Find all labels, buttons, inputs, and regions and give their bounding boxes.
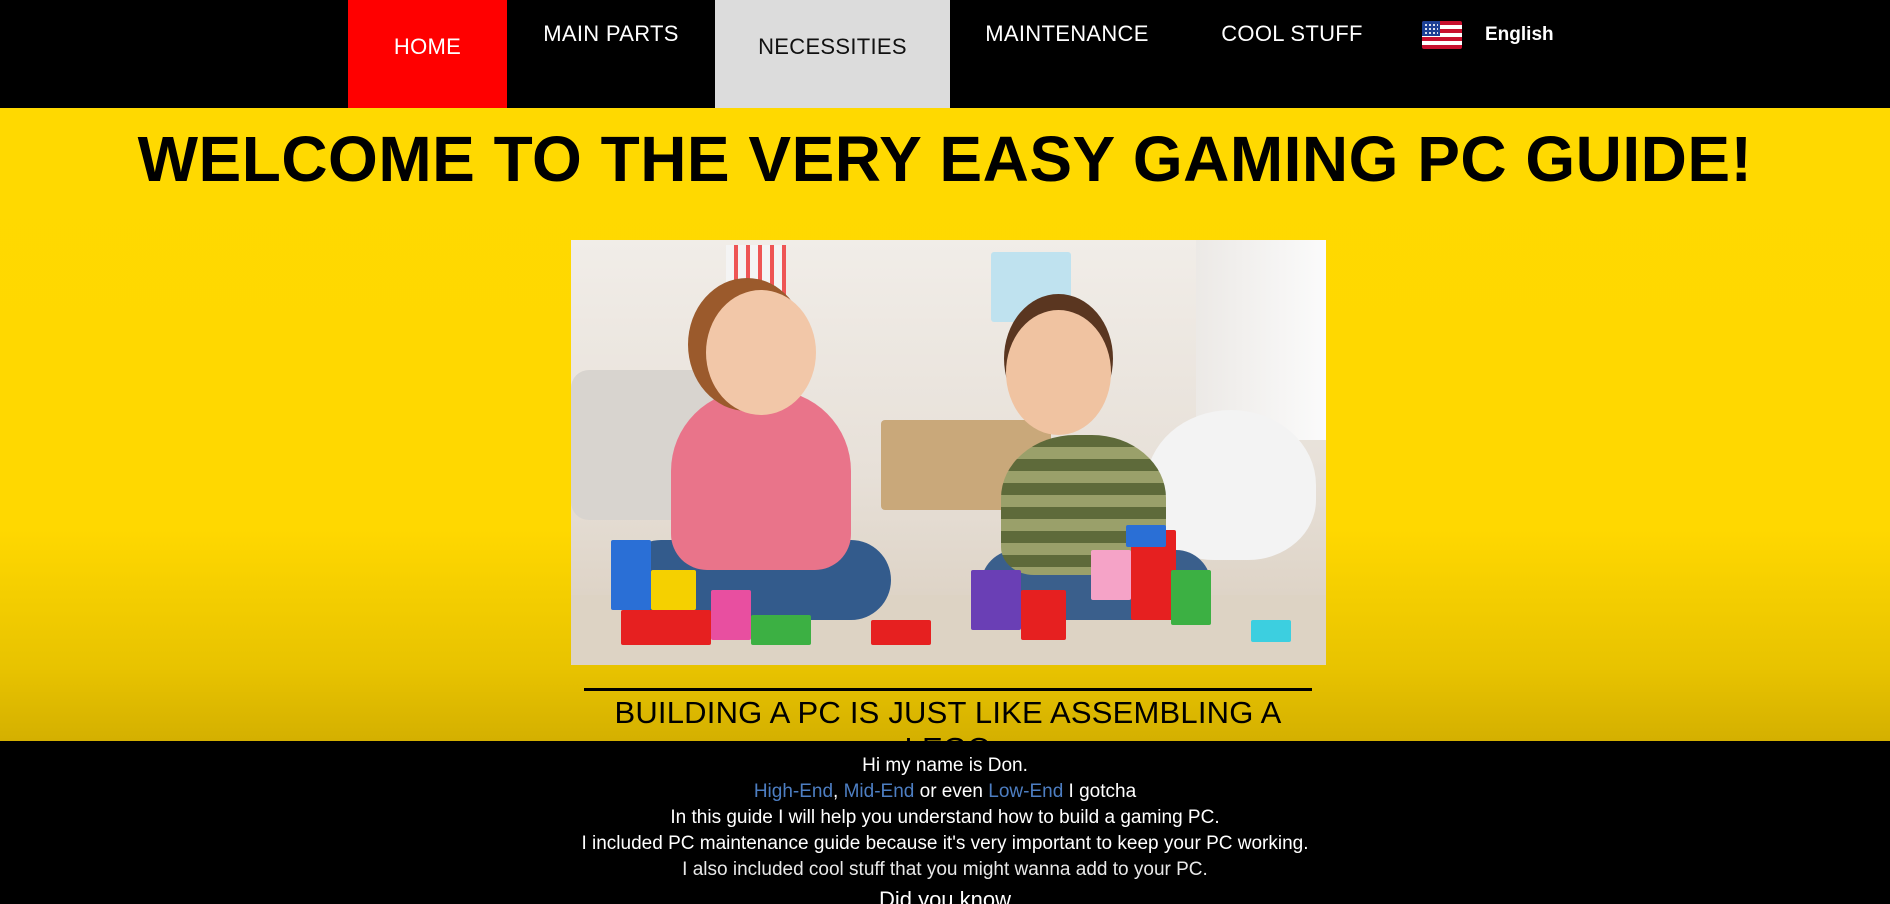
nav-item-cool-stuff[interactable]: COOL STUFF <box>1184 0 1400 108</box>
intro-cool-stuff-text: I also included cool stuff that you migh… <box>682 859 1208 880</box>
nav-item-maintenance[interactable]: MAINTENANCE <box>950 0 1184 108</box>
hero-image-kids-playing-lego <box>571 240 1326 665</box>
language-label: English <box>1485 24 1554 45</box>
nav-item-label: MAINTENANCE <box>985 21 1149 46</box>
nav-item-necessities[interactable]: NECESSITIES <box>715 0 950 108</box>
page-title: WELCOME TO THE VERY EASY GAMING PC GUIDE… <box>137 123 1753 195</box>
top-nav: HOME MAIN PARTS NECESSITIES MAINTENANCE … <box>0 0 1890 108</box>
link-low-end[interactable]: Low-End <box>988 781 1063 802</box>
intro-tiers: High-End, Mid-End or even Low-End I gotc… <box>753 781 1137 802</box>
intro-did-you-know: Did you know <box>878 887 1012 904</box>
intro-guide-text: In this guide I will help you understand… <box>670 807 1220 828</box>
link-high-end[interactable]: High-End <box>754 781 833 802</box>
us-flag-icon <box>1422 21 1462 49</box>
nav-item-label: MAIN PARTS <box>543 21 679 46</box>
hero-section: WELCOME TO THE VERY EASY GAMING PC GUIDE… <box>0 108 1890 766</box>
nav-item-label: NECESSITIES <box>758 34 907 59</box>
intro-greeting: Hi my name is Don. <box>862 755 1028 776</box>
link-mid-end[interactable]: Mid-End <box>844 781 915 802</box>
nav-item-label: HOME <box>393 34 462 59</box>
intro-maintenance-text: I included PC maintenance guide because … <box>581 833 1309 854</box>
nav-item-main-parts[interactable]: MAIN PARTS <box>507 0 715 108</box>
nav-item-label: COOL STUFF <box>1221 21 1363 46</box>
intro-section: Hi my name is Don. High-End, Mid-End or … <box>0 741 1890 904</box>
nav-item-home[interactable]: HOME <box>348 0 507 108</box>
language-selector[interactable]: English <box>1422 20 1554 50</box>
